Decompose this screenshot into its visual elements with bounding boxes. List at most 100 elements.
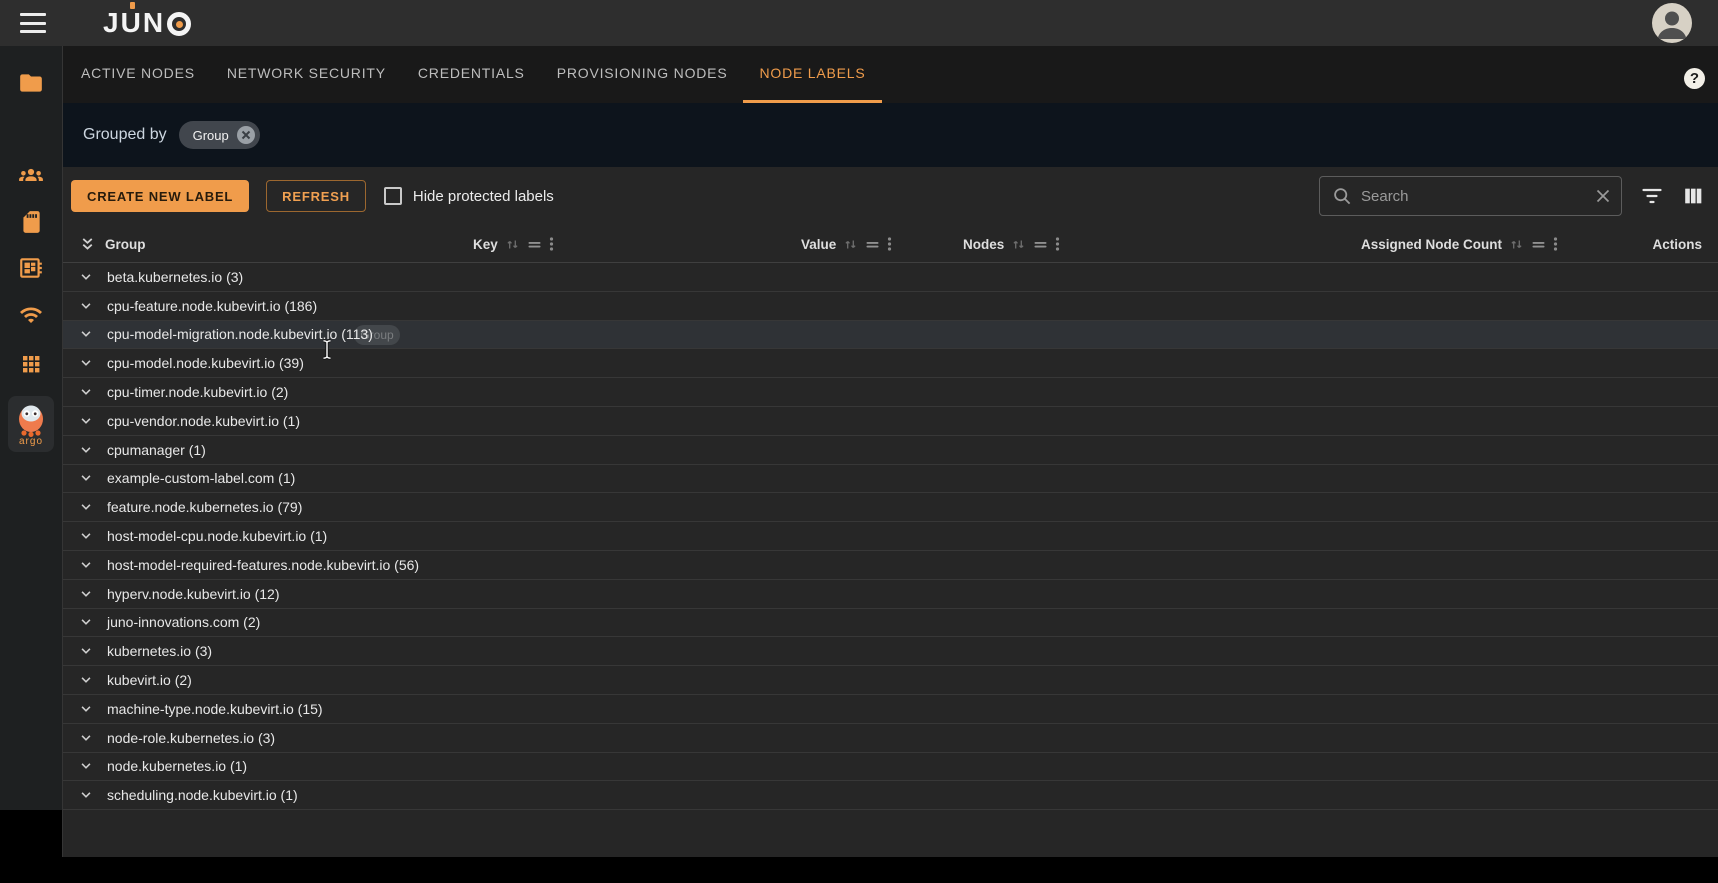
tab-bar: ACTIVE NODES NETWORK SECURITY CREDENTIAL…	[63, 46, 1718, 103]
group-row[interactable]: host-model-cpu.node.kubevirt.io (1)	[63, 522, 1718, 551]
group-row[interactable]: host-model-required-features.node.kubevi…	[63, 551, 1718, 580]
group-column-label: Group	[105, 236, 146, 252]
chevron-down-icon[interactable]	[79, 788, 93, 802]
chevron-down-icon[interactable]	[79, 731, 93, 745]
chevron-down-icon[interactable]	[79, 443, 93, 457]
chevron-down-icon[interactable]	[79, 558, 93, 572]
column-header-assigned-node-count[interactable]: Assigned Node Count	[1361, 225, 1558, 263]
chevron-down-icon[interactable]	[79, 500, 93, 514]
actions-column-header: Actions	[1652, 225, 1702, 263]
columns-view-icon[interactable]	[1682, 185, 1704, 207]
chevron-down-icon[interactable]	[79, 644, 93, 658]
group-row[interactable]: node-role.kubernetes.io (3)	[63, 724, 1718, 753]
chevron-down-icon[interactable]	[79, 385, 93, 399]
tab-node-labels[interactable]: NODE LABELS	[743, 46, 882, 103]
group-row[interactable]: example-custom-label.com (1)	[63, 465, 1718, 494]
chevron-down-icon[interactable]	[79, 471, 93, 485]
collapse-all-icon[interactable]	[79, 236, 96, 253]
hamburger-menu-icon[interactable]	[20, 13, 46, 33]
group-row[interactable]: machine-type.node.kubevirt.io (15)	[63, 695, 1718, 724]
chevron-down-icon[interactable]	[79, 702, 93, 716]
group-row-label: cpu-vendor.node.kubevirt.io (1)	[107, 412, 300, 429]
group-row[interactable]: hyperv.node.kubevirt.io (12)	[63, 580, 1718, 609]
tab-provisioning-nodes[interactable]: PROVISIONING NODES	[541, 46, 744, 103]
clear-search-icon[interactable]	[1595, 188, 1611, 204]
chevron-down-icon[interactable]	[79, 529, 93, 543]
sort-icon[interactable]	[505, 237, 520, 252]
hide-protected-label: Hide protected labels	[412, 187, 554, 205]
table-body: beta.kubernetes.io (3) cpu-feature.node.…	[63, 263, 1718, 811]
tab-credentials[interactable]: CREDENTIALS	[402, 46, 541, 103]
group-row[interactable]: beta.kubernetes.io (3)	[63, 263, 1718, 292]
column-menu-icon[interactable]	[1055, 236, 1060, 252]
sidebar-item-files[interactable]	[0, 69, 62, 97]
group-row[interactable]: scheduling.node.kubevirt.io (1)	[63, 781, 1718, 811]
drag-handle-icon[interactable]	[1033, 237, 1048, 252]
column-header-key[interactable]: Key	[473, 225, 554, 263]
chevron-down-icon[interactable]	[79, 414, 93, 428]
group-row[interactable]: cpumanager (1)	[63, 436, 1718, 465]
group-column-header[interactable]: Group	[79, 225, 146, 263]
chevron-down-icon[interactable]	[79, 270, 93, 284]
column-menu-icon[interactable]	[887, 236, 892, 252]
logo-o-icon	[167, 12, 192, 36]
group-row-label: node-role.kubernetes.io (3)	[107, 729, 276, 746]
chevron-down-icon[interactable]	[79, 673, 93, 687]
column-menu-icon[interactable]	[549, 236, 554, 252]
group-row[interactable]: cpu-model-migration.node.kubevirt.io (11…	[63, 320, 1718, 350]
group-row[interactable]: cpu-vendor.node.kubevirt.io (1)	[63, 407, 1718, 436]
sidebar-item-argo[interactable]: argo	[8, 396, 54, 452]
group-row-label: beta.kubernetes.io (3)	[107, 268, 244, 285]
group-row[interactable]: feature.node.kubernetes.io (79)	[63, 493, 1718, 523]
drag-handle-icon[interactable]	[865, 237, 880, 252]
tab-network-security[interactable]: NETWORK SECURITY	[211, 46, 402, 103]
drag-handle-icon[interactable]	[527, 237, 542, 252]
hide-protected-checkbox-wrap[interactable]: Hide protected labels	[383, 187, 554, 205]
group-row[interactable]: kubevirt.io (2)	[63, 666, 1718, 695]
search-box[interactable]	[1319, 176, 1622, 216]
group-row[interactable]: cpu-feature.node.kubevirt.io (186)	[63, 292, 1718, 321]
group-row[interactable]: kubernetes.io (3)	[63, 637, 1718, 667]
group-row-label: host-model-cpu.node.kubevirt.io (1)	[107, 528, 328, 545]
sidebar-item-hardware[interactable]	[0, 254, 62, 282]
sort-icon[interactable]	[1509, 237, 1524, 252]
chevron-down-icon[interactable]	[79, 299, 93, 313]
create-new-label-button[interactable]: CREATE NEW LABEL	[71, 180, 250, 212]
filter-icon[interactable]	[1640, 184, 1664, 208]
group-row[interactable]: cpu-model.node.kubevirt.io (39)	[63, 349, 1718, 379]
chevron-down-icon[interactable]	[79, 759, 93, 773]
chevron-down-icon[interactable]	[79, 615, 93, 629]
tab-active-nodes[interactable]: ACTIVE NODES	[65, 46, 211, 103]
sidebar-item-storage[interactable]	[0, 208, 62, 236]
chevron-down-icon[interactable]	[79, 356, 93, 370]
chevron-down-icon[interactable]	[79, 587, 93, 601]
developer-board-icon	[20, 258, 42, 278]
sidebar-item-network[interactable]	[0, 301, 62, 329]
group-row[interactable]: cpu-timer.node.kubevirt.io (2)	[63, 378, 1718, 407]
hide-protected-checkbox[interactable]	[383, 187, 402, 205]
sim-card-icon	[23, 211, 40, 233]
search-input[interactable]	[1361, 187, 1586, 205]
chip-close-icon[interactable]	[236, 126, 255, 144]
column-header-value[interactable]: Value	[801, 225, 892, 263]
groups-icon	[19, 168, 43, 181]
group-chip[interactable]: Group	[178, 121, 260, 149]
column-menu-icon[interactable]	[1553, 236, 1558, 252]
column-header-nodes[interactable]: Nodes	[963, 225, 1060, 263]
app-logo: JUN	[103, 2, 192, 39]
group-row[interactable]: juno-innovations.com (2)	[63, 609, 1718, 638]
user-avatar[interactable]	[1652, 3, 1692, 43]
drag-handle-icon[interactable]	[1531, 237, 1546, 252]
group-row[interactable]: node.kubernetes.io (1)	[63, 753, 1718, 782]
argo-label: argo	[18, 435, 43, 447]
help-icon[interactable]: ?	[1684, 68, 1705, 89]
search-icon	[1334, 188, 1351, 205]
sidebar-item-users[interactable]	[0, 161, 62, 189]
sort-icon[interactable]	[843, 237, 858, 252]
main-content: ACTIVE NODES NETWORK SECURITY CREDENTIAL…	[62, 46, 1718, 857]
chevron-down-icon[interactable]	[79, 327, 93, 341]
sort-icon[interactable]	[1011, 237, 1026, 252]
refresh-button[interactable]: REFRESH	[266, 180, 366, 212]
wifi-icon	[20, 307, 42, 323]
logo-letter: J	[103, 7, 121, 38]
